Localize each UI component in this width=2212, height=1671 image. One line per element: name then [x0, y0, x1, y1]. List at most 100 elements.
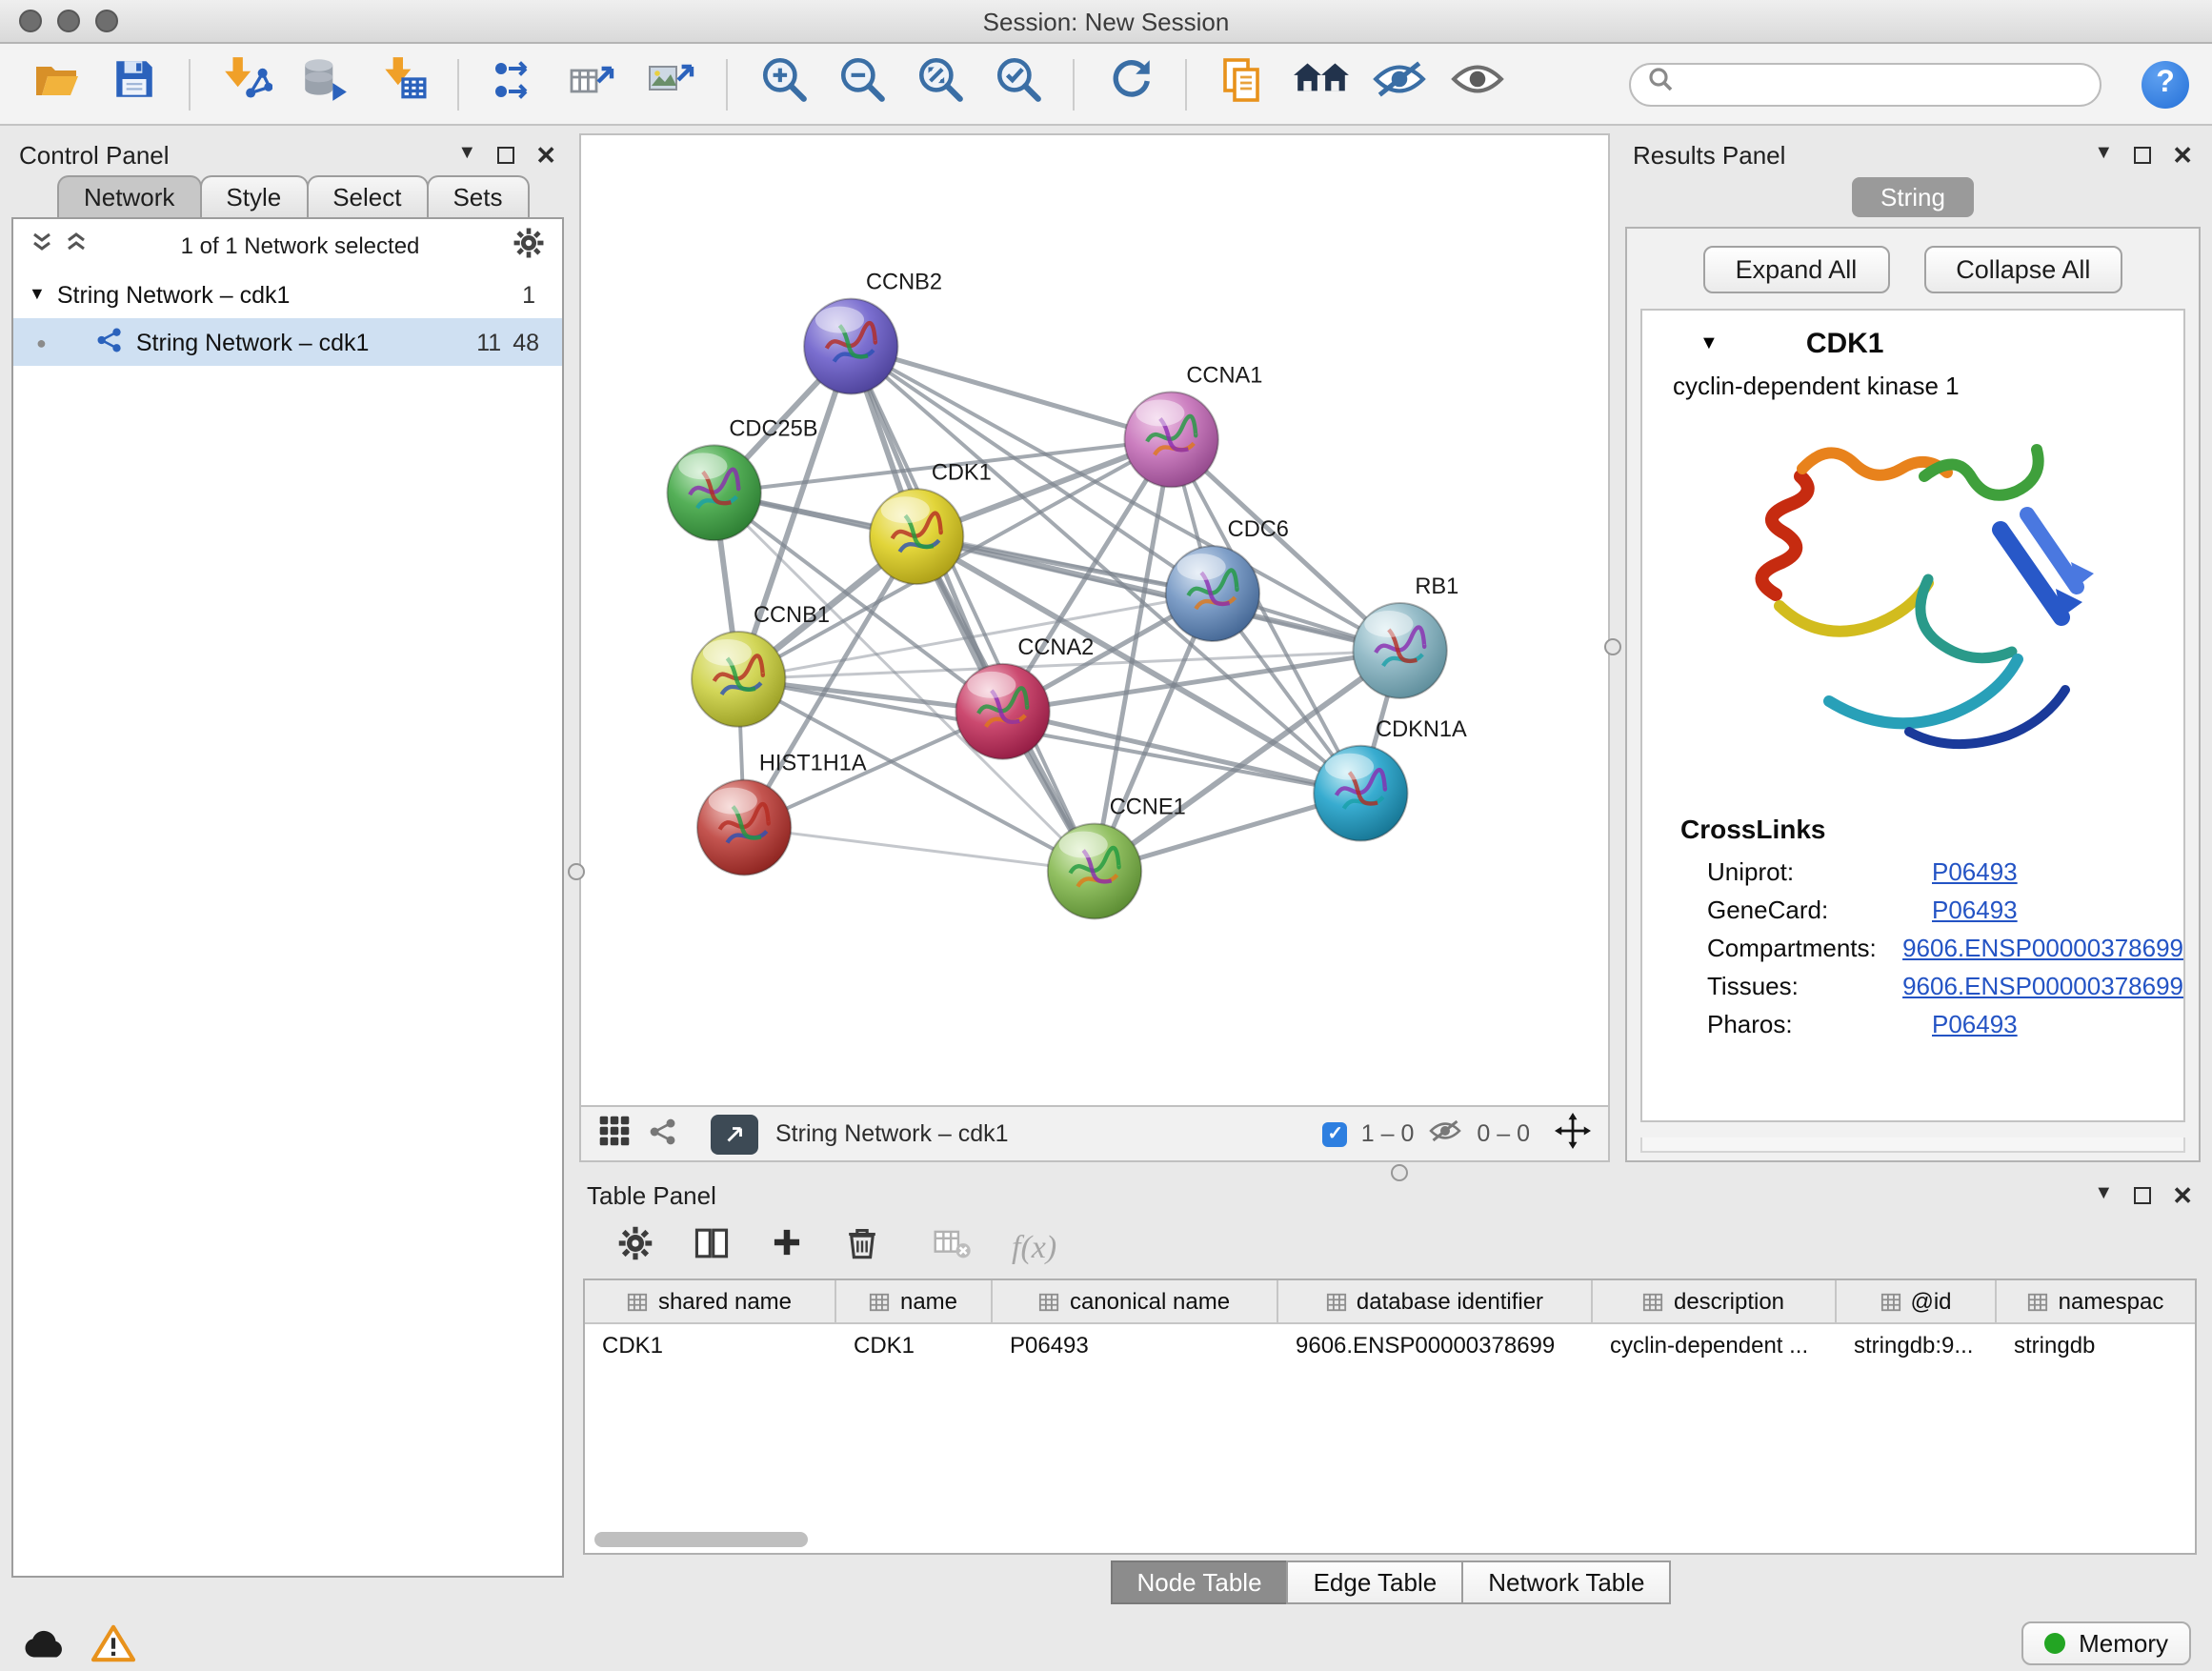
collapse-panel-icon[interactable]: ▼ — [2094, 145, 2113, 164]
splitter-handle[interactable] — [1390, 1164, 1407, 1181]
table-horizontal-scrollbar[interactable] — [589, 1530, 2191, 1549]
section-collapse-icon[interactable]: ▼ — [1699, 334, 1719, 353]
edge-CCNE1-HIST1H1A[interactable] — [744, 828, 1095, 872]
title-bar: Session: New Session — [0, 0, 2212, 44]
network-collection-row[interactable]: ▼ String Network – cdk1 1 — [13, 271, 562, 318]
show-all-button[interactable] — [1444, 51, 1509, 116]
close-panel-icon[interactable]: ✕ — [535, 142, 556, 167]
network-node-CDKN1A[interactable]: CDKN1A — [1314, 716, 1467, 841]
import-network-from-file-button[interactable] — [213, 51, 278, 116]
column-header[interactable]: namespac — [1997, 1280, 2195, 1322]
crosslink-link[interactable]: P06493 — [1932, 857, 2018, 886]
network-node-RB1[interactable]: RB1 — [1353, 574, 1458, 698]
column-header[interactable]: database identifier — [1278, 1280, 1593, 1322]
close-window-button[interactable] — [19, 10, 42, 32]
pan-crosshair-icon[interactable] — [1555, 1113, 1591, 1155]
edge-CCNB2-CCNE1[interactable] — [851, 347, 1095, 872]
create-column-plus-icon[interactable] — [770, 1225, 804, 1269]
network-node-HIST1H1A[interactable]: HIST1H1A — [697, 751, 867, 876]
column-header[interactable]: canonical name — [993, 1280, 1278, 1322]
search-input[interactable] — [1684, 70, 2082, 97]
export-table-button[interactable] — [560, 51, 625, 116]
open-session-button[interactable] — [23, 51, 88, 116]
import-network-from-database-button[interactable] — [292, 51, 356, 116]
import-table-button[interactable] — [370, 51, 434, 116]
duplicate-document-button[interactable] — [1210, 51, 1275, 116]
network-node-CDC25B[interactable]: CDC25B — [667, 415, 817, 540]
table-settings-gear-icon[interactable] — [617, 1224, 654, 1270]
column-header[interactable]: @id — [1837, 1280, 1997, 1322]
zoom-out-button[interactable] — [829, 51, 894, 116]
gear-icon[interactable] — [513, 226, 545, 264]
float-panel-icon[interactable] — [2134, 146, 2151, 163]
network-canvas[interactable]: CCNB2CCNA1CDC25BCDK1CDC6RB1CCNB1CCNA2CDK… — [579, 133, 1610, 1107]
close-panel-icon[interactable]: ✕ — [2172, 1182, 2193, 1207]
help-button[interactable]: ? — [2142, 60, 2189, 108]
column-header[interactable]: shared name — [585, 1280, 836, 1322]
zoom-in-button[interactable] — [751, 51, 815, 116]
crosslink-link[interactable]: P06493 — [1932, 1010, 2018, 1038]
edge-CCNB2-CCNA1[interactable] — [851, 347, 1171, 440]
string-home-button[interactable] — [1288, 51, 1353, 116]
birds-eye-view-icon[interactable] — [598, 1115, 631, 1153]
network-row[interactable]: ● String Network – cdk1 11 48 — [13, 318, 562, 366]
delete-table-icon[interactable] — [932, 1224, 972, 1270]
scrollbar-thumb[interactable] — [594, 1532, 808, 1547]
tab-select[interactable]: Select — [306, 175, 428, 217]
table-row[interactable]: CDK1CDK1P064939606.ENSP00000378699cyclin… — [585, 1324, 2195, 1366]
memory-button[interactable]: Memory — [2021, 1621, 2191, 1665]
export-image-button[interactable] — [638, 51, 703, 116]
collapse-all-button[interactable]: Collapse All — [1923, 246, 2122, 293]
table-panel: Table Panel ▼ ✕ f(x) — [579, 1174, 2201, 1604]
crosslink-link[interactable]: P06493 — [1932, 896, 2018, 924]
search-icon — [1648, 67, 1673, 101]
network-graph: CCNB2CCNA1CDC25BCDK1CDC6RB1CCNB1CCNA2CDK… — [581, 135, 1608, 1105]
show-columns-icon[interactable] — [694, 1224, 730, 1270]
function-builder-icon[interactable]: f(x) — [1012, 1228, 1056, 1266]
eye-icon — [1449, 55, 1504, 112]
expand-all-button[interactable]: Expand All — [1703, 246, 1890, 293]
tab-network-table[interactable]: Network Table — [1461, 1560, 1671, 1604]
apply-layout-button[interactable] — [1097, 51, 1162, 116]
hidden-eye-slash-icon[interactable] — [1427, 1117, 1463, 1151]
warning-icon[interactable] — [91, 1623, 135, 1663]
tab-edge-table[interactable]: Edge Table — [1287, 1560, 1464, 1604]
tab-network[interactable]: Network — [57, 175, 201, 217]
expand-all-tree-icon[interactable] — [30, 231, 53, 259]
network-node-CCNB2[interactable]: CCNB2 — [804, 270, 942, 394]
column-header[interactable]: name — [836, 1280, 993, 1322]
float-panel-icon[interactable] — [497, 146, 514, 163]
detach-view-button[interactable] — [711, 1114, 758, 1154]
collapse-panel-icon[interactable]: ▼ — [2094, 1185, 2113, 1204]
network-node-CCNB1[interactable]: CCNB1 — [692, 602, 830, 727]
tab-style[interactable]: Style — [199, 175, 308, 217]
network-overview-icon[interactable] — [648, 1116, 678, 1152]
save-session-button[interactable] — [101, 51, 166, 116]
collapse-all-tree-icon[interactable] — [65, 231, 88, 259]
network-node-CCNA1[interactable]: CCNA1 — [1124, 362, 1262, 487]
crosslink-link[interactable]: 9606.ENSP00000378699 — [1902, 972, 2183, 1000]
minimize-window-button[interactable] — [57, 10, 80, 32]
zoom-fit-button[interactable] — [907, 51, 972, 116]
tab-node-table[interactable]: Node Table — [1110, 1560, 1288, 1604]
float-panel-icon[interactable] — [2134, 1186, 2151, 1203]
zoom-selected-button[interactable] — [985, 51, 1050, 116]
zoom-window-button[interactable] — [95, 10, 118, 32]
cloud-status-icon[interactable] — [21, 1626, 69, 1661]
table-cell: cyclin-dependent ... — [1593, 1324, 1837, 1366]
clone-network-button[interactable] — [482, 51, 547, 116]
delete-column-trash-icon[interactable] — [844, 1224, 880, 1270]
selected-checkbox-icon[interactable]: ✓ — [1323, 1121, 1348, 1146]
tab-string[interactable]: String — [1852, 177, 1974, 217]
hide-unhide-button[interactable] — [1366, 51, 1431, 116]
close-panel-icon[interactable]: ✕ — [2172, 142, 2193, 167]
splitter-handle[interactable] — [1604, 637, 1621, 654]
tree-expand-icon[interactable]: ▼ — [29, 286, 46, 303]
node-label-CDK1: CDK1 — [932, 459, 992, 485]
collapse-panel-icon[interactable]: ▼ — [457, 145, 476, 164]
tab-sets[interactable]: Sets — [426, 175, 529, 217]
results-scrollbar[interactable] — [1640, 1137, 2185, 1153]
network-node-CDK1[interactable]: CDK1 — [870, 459, 992, 584]
crosslink-link[interactable]: 9606.ENSP00000378699 — [1902, 934, 2183, 962]
column-header[interactable]: description — [1593, 1280, 1837, 1322]
